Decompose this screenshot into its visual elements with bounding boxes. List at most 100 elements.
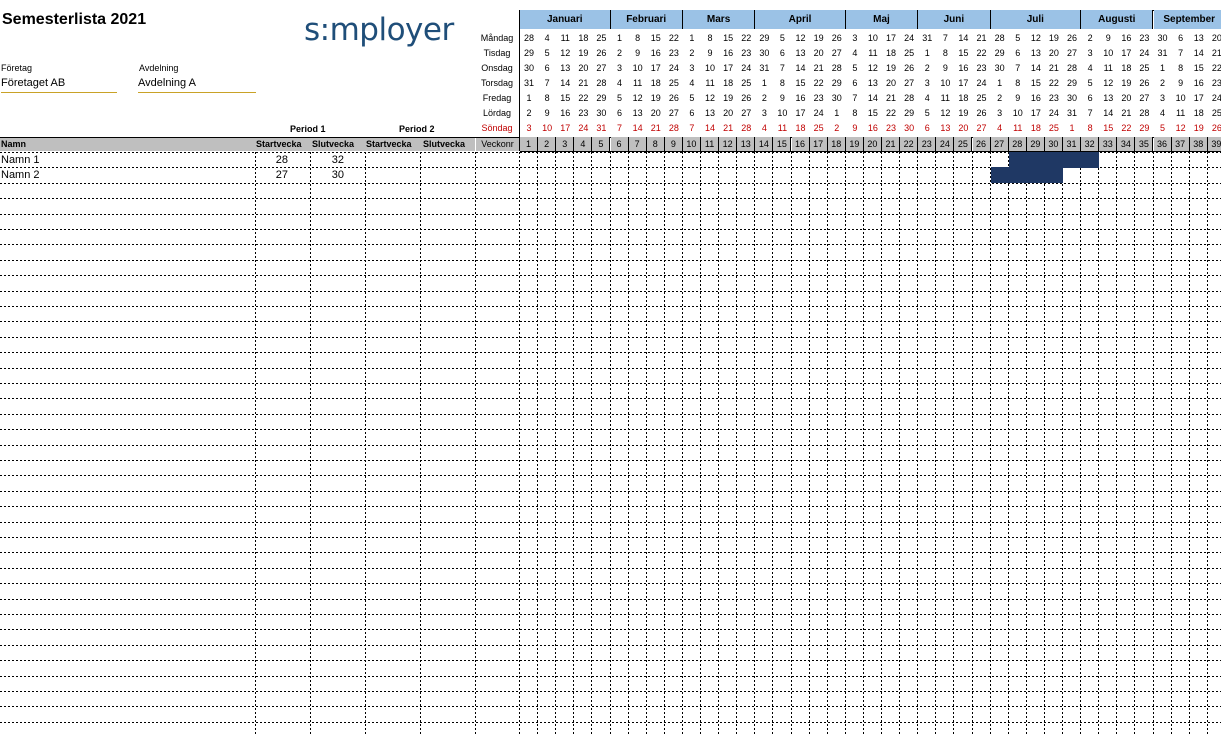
date-cell[interactable]: 23 xyxy=(574,106,592,121)
week-number-cell[interactable]: 32 xyxy=(1081,137,1100,151)
date-cell[interactable]: 14 xyxy=(701,121,719,136)
date-cell[interactable]: 29 xyxy=(520,46,538,61)
date-cell[interactable]: 12 xyxy=(556,46,574,61)
date-cell[interactable]: 28 xyxy=(900,91,918,106)
date-cell[interactable]: 21 xyxy=(1045,61,1063,76)
date-cell[interactable]: 18 xyxy=(792,121,810,136)
date-cell[interactable]: 21 xyxy=(973,31,991,46)
date-cell[interactable]: 19 xyxy=(882,61,900,76)
date-cell[interactable]: 18 xyxy=(882,46,900,61)
week-number-cell[interactable]: 2 xyxy=(538,137,557,151)
date-cell[interactable]: 2 xyxy=(755,91,773,106)
date-cell[interactable]: 3 xyxy=(1081,46,1099,61)
week-number-cell[interactable]: 11 xyxy=(701,137,720,151)
date-cell[interactable]: 7 xyxy=(846,91,864,106)
date-cell[interactable]: 23 xyxy=(665,46,683,61)
date-cell[interactable]: 21 xyxy=(1208,46,1221,61)
date-cell[interactable]: 28 xyxy=(1135,106,1153,121)
week-number-cell[interactable]: 7 xyxy=(628,137,647,151)
date-cell[interactable]: 13 xyxy=(701,106,719,121)
date-cell[interactable]: 5 xyxy=(611,91,629,106)
date-cell[interactable]: 18 xyxy=(1117,61,1135,76)
date-cell[interactable]: 24 xyxy=(665,61,683,76)
date-cell[interactable]: 1 xyxy=(1063,121,1081,136)
date-cell[interactable]: 12 xyxy=(1172,121,1190,136)
date-cell[interactable]: 5 xyxy=(683,91,701,106)
date-cell[interactable]: 27 xyxy=(1063,46,1081,61)
date-cell[interactable]: 27 xyxy=(828,46,846,61)
date-cell[interactable]: 16 xyxy=(864,121,882,136)
week-number-cell[interactable]: 30 xyxy=(1044,137,1063,151)
date-cell[interactable]: 1 xyxy=(520,91,538,106)
date-cell[interactable]: 7 xyxy=(538,76,556,91)
date-cell[interactable]: 25 xyxy=(900,46,918,61)
week-number-cell[interactable]: 12 xyxy=(719,137,738,151)
p1-end-value[interactable]: 32 xyxy=(310,153,344,167)
date-cell[interactable]: 13 xyxy=(1099,91,1117,106)
date-cell[interactable]: 9 xyxy=(538,106,556,121)
date-cell[interactable]: 11 xyxy=(1099,61,1117,76)
date-cell[interactable]: 8 xyxy=(1172,61,1190,76)
date-cell[interactable]: 2 xyxy=(1154,76,1172,91)
date-cell[interactable]: 29 xyxy=(991,46,1009,61)
week-number-cell[interactable]: 36 xyxy=(1153,137,1172,151)
date-cell[interactable]: 6 xyxy=(538,61,556,76)
date-cell[interactable]: 1 xyxy=(1154,61,1172,76)
date-cell[interactable]: 13 xyxy=(629,106,647,121)
date-cell[interactable]: 25 xyxy=(1135,61,1153,76)
date-cell[interactable]: 15 xyxy=(647,31,665,46)
date-cell[interactable]: 10 xyxy=(701,61,719,76)
date-cell[interactable]: 26 xyxy=(737,91,755,106)
week-number-cell[interactable]: 8 xyxy=(646,137,665,151)
date-cell[interactable]: 14 xyxy=(792,61,810,76)
date-cell[interactable]: 4 xyxy=(846,46,864,61)
date-cell[interactable]: 16 xyxy=(647,46,665,61)
week-number-cell[interactable]: 35 xyxy=(1135,137,1154,151)
date-cell[interactable]: 14 xyxy=(1190,46,1208,61)
date-cell[interactable]: 12 xyxy=(792,31,810,46)
date-cell[interactable]: 10 xyxy=(1172,91,1190,106)
date-cell[interactable]: 21 xyxy=(1117,106,1135,121)
date-cell[interactable]: 19 xyxy=(1190,121,1208,136)
date-cell[interactable]: 17 xyxy=(556,121,574,136)
date-cell[interactable]: 2 xyxy=(1081,31,1099,46)
date-cell[interactable]: 23 xyxy=(973,61,991,76)
date-cell[interactable]: 2 xyxy=(828,121,846,136)
date-cell[interactable]: 4 xyxy=(1154,106,1172,121)
date-cell[interactable]: 10 xyxy=(1009,106,1027,121)
date-cell[interactable]: 28 xyxy=(1063,61,1081,76)
date-cell[interactable]: 27 xyxy=(900,76,918,91)
date-cell[interactable]: 1 xyxy=(611,31,629,46)
date-cell[interactable]: 6 xyxy=(846,76,864,91)
date-cell[interactable]: 26 xyxy=(592,46,610,61)
date-cell[interactable]: 15 xyxy=(792,76,810,91)
date-cell[interactable]: 12 xyxy=(864,61,882,76)
date-cell[interactable]: 17 xyxy=(719,61,737,76)
date-cell[interactable]: 13 xyxy=(864,76,882,91)
date-cell[interactable]: 15 xyxy=(1027,76,1045,91)
date-cell[interactable]: 20 xyxy=(719,106,737,121)
date-cell[interactable]: 13 xyxy=(1190,31,1208,46)
date-cell[interactable]: 20 xyxy=(1117,91,1135,106)
week-number-cell[interactable]: 27 xyxy=(990,137,1009,151)
date-cell[interactable]: 1 xyxy=(683,31,701,46)
week-number-cell[interactable]: 37 xyxy=(1171,137,1190,151)
date-cell[interactable]: 15 xyxy=(719,31,737,46)
date-cell[interactable]: 15 xyxy=(864,106,882,121)
date-cell[interactable]: 18 xyxy=(954,91,972,106)
date-cell[interactable]: 14 xyxy=(629,121,647,136)
date-cell[interactable]: 18 xyxy=(574,31,592,46)
person-name[interactable]: Namn 2 xyxy=(1,168,40,182)
date-cell[interactable]: 20 xyxy=(810,46,828,61)
week-number-cell[interactable]: 39 xyxy=(1207,137,1221,151)
date-cell[interactable]: 3 xyxy=(520,121,538,136)
date-cell[interactable]: 6 xyxy=(918,121,936,136)
date-cell[interactable]: 18 xyxy=(1027,121,1045,136)
date-cell[interactable]: 11 xyxy=(864,46,882,61)
date-cell[interactable]: 10 xyxy=(538,121,556,136)
date-cell[interactable]: 3 xyxy=(846,31,864,46)
date-cell[interactable]: 30 xyxy=(991,61,1009,76)
date-cell[interactable]: 1 xyxy=(991,76,1009,91)
week-number-cell[interactable]: 18 xyxy=(827,137,846,151)
date-cell[interactable]: 27 xyxy=(973,121,991,136)
